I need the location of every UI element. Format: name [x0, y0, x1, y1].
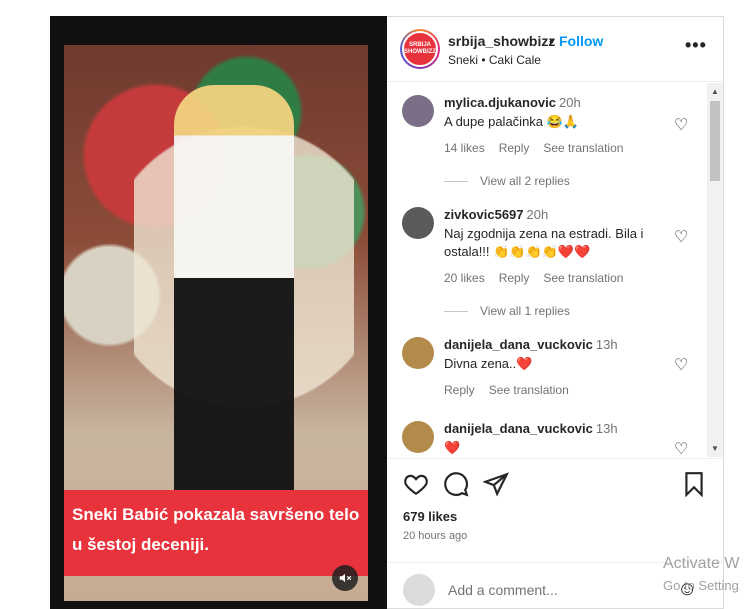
video-caption-overlay: Sneki Babić pokazala savršeno telo u šes…	[64, 490, 368, 576]
save-bookmark-icon[interactable]	[681, 471, 707, 497]
comment-meta: 14 likes Reply See translation	[444, 141, 637, 155]
scroll-down-arrow-icon[interactable]: ▼	[711, 444, 719, 453]
comment-likes[interactable]: 14 likes	[444, 141, 485, 155]
commenter-avatar[interactable]	[402, 207, 434, 239]
replies-divider	[444, 181, 468, 183]
commenter-username[interactable]: zivkovic5697	[444, 207, 524, 222]
commenter-username[interactable]: danijela_dana_vuckovic	[444, 337, 593, 352]
post-details-panel: SRBIJA SHOWBIZZ srbija_showbizz • Follow…	[387, 16, 724, 609]
see-translation-button[interactable]: See translation	[489, 383, 569, 397]
profile-avatar[interactable]: SRBIJA SHOWBIZZ	[400, 29, 440, 69]
follow-button[interactable]: Follow	[559, 33, 603, 49]
view-replies-label: View all 2 replies	[480, 174, 570, 188]
comment-time: 20h	[559, 95, 581, 110]
comment-bubble-icon[interactable]	[443, 471, 469, 497]
commenter-username[interactable]: mylica.djukanovic	[444, 95, 556, 110]
comment-text: Divna zena..❤️	[444, 356, 533, 371]
post-timestamp: 20 hours ago	[403, 530, 468, 542]
like-heart-icon[interactable]	[403, 471, 429, 497]
reply-button[interactable]: Reply	[499, 271, 530, 285]
windows-activation-watermark: Activate W	[663, 555, 740, 572]
reply-button[interactable]: Reply	[499, 141, 530, 155]
commenter-username[interactable]: danijela_dana_vuckovic	[444, 421, 593, 436]
comment-time: 13h	[595, 421, 618, 436]
mute-button[interactable]	[332, 565, 358, 591]
current-user-avatar	[403, 574, 435, 606]
profile-avatar-image: SRBIJA SHOWBIZZ	[402, 31, 438, 67]
comments-scrollbar[interactable]: ▲ ▼	[707, 83, 723, 457]
likes-count[interactable]: 679 likes	[403, 509, 457, 524]
view-replies-button[interactable]: View all 1 replies	[444, 304, 570, 318]
reply-button[interactable]: Reply	[444, 383, 475, 397]
comment-text: A dupe palačinka 😂🙏	[444, 114, 580, 129]
view-replies-button[interactable]: View all 2 replies	[444, 174, 570, 188]
separator-dot: •	[549, 33, 554, 49]
commenter-avatar[interactable]	[402, 95, 434, 127]
comment-time: 20h	[526, 207, 549, 222]
see-translation-button[interactable]: See translation	[543, 141, 623, 155]
comment-text: ❤️	[444, 440, 461, 455]
add-comment-input[interactable]: Add a comment...	[448, 582, 558, 598]
comment-time: 13h	[595, 337, 618, 352]
comment-like-icon[interactable]: ♡	[674, 355, 688, 375]
comment-like-icon[interactable]: ♡	[674, 227, 688, 247]
more-options-icon[interactable]: •••	[685, 35, 707, 56]
speaker-muted-icon	[339, 573, 352, 583]
scroll-thumb[interactable]	[710, 101, 720, 181]
comment-text: Naj zgodnija zena na estradi. Bila i ost…	[444, 226, 644, 259]
see-translation-button[interactable]: See translation	[543, 271, 623, 285]
audio-subtitle[interactable]: Sneki • Caki Cale	[448, 53, 541, 67]
video-person	[174, 85, 294, 505]
post-header: SRBIJA SHOWBIZZ srbija_showbizz • Follow…	[387, 17, 724, 82]
post-media: Sneki Babić pokazala savršeno telo u šes…	[50, 16, 387, 609]
replies-divider	[444, 311, 468, 313]
comment-meta: Reply See translation	[444, 383, 583, 397]
comment-like-icon[interactable]: ♡	[674, 439, 688, 457]
profile-username[interactable]: srbija_showbizz	[448, 33, 555, 49]
comment-like-icon[interactable]: ♡	[674, 115, 688, 135]
comment-meta: 20 likes Reply See translation	[444, 271, 637, 285]
comments-list: mylica.djukanovic 20h A dupe palačinka 😂🙏…	[387, 83, 707, 457]
share-plane-icon[interactable]	[483, 471, 509, 497]
commenter-avatar[interactable]	[402, 337, 434, 369]
scroll-up-arrow-icon[interactable]: ▲	[711, 87, 719, 96]
view-replies-label: View all 1 replies	[480, 304, 570, 318]
commenter-avatar[interactable]	[402, 421, 434, 453]
comment-likes[interactable]: 20 likes	[444, 271, 485, 285]
video-player[interactable]: Sneki Babić pokazala savršeno telo u šes…	[64, 45, 368, 601]
windows-activation-subtext: Go to Setting	[663, 578, 739, 593]
